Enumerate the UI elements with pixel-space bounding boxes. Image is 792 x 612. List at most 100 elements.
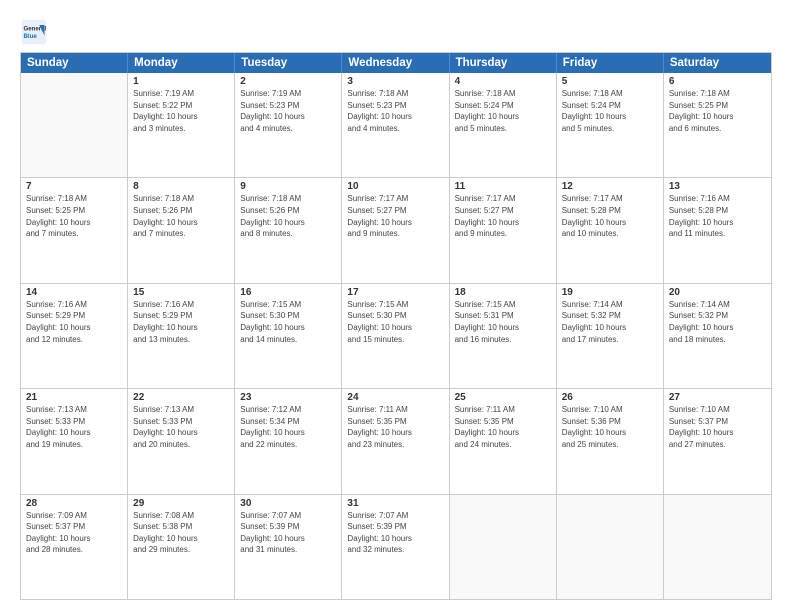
calendar-cell: 23Sunrise: 7:12 AM Sunset: 5:34 PM Dayli…	[235, 389, 342, 493]
day-info: Sunrise: 7:16 AM Sunset: 5:29 PM Dayligh…	[26, 299, 122, 345]
day-info: Sunrise: 7:19 AM Sunset: 5:22 PM Dayligh…	[133, 88, 229, 134]
day-info: Sunrise: 7:13 AM Sunset: 5:33 PM Dayligh…	[26, 404, 122, 450]
day-info: Sunrise: 7:16 AM Sunset: 5:29 PM Dayligh…	[133, 299, 229, 345]
calendar-cell: 26Sunrise: 7:10 AM Sunset: 5:36 PM Dayli…	[557, 389, 664, 493]
day-info: Sunrise: 7:11 AM Sunset: 5:35 PM Dayligh…	[455, 404, 551, 450]
calendar-row-3: 21Sunrise: 7:13 AM Sunset: 5:33 PM Dayli…	[21, 389, 771, 494]
logo-icon: General Blue	[20, 18, 48, 46]
calendar-cell: 8Sunrise: 7:18 AM Sunset: 5:26 PM Daylig…	[128, 178, 235, 282]
calendar-cell: 1Sunrise: 7:19 AM Sunset: 5:22 PM Daylig…	[128, 73, 235, 177]
day-number: 16	[240, 287, 336, 298]
day-number: 7	[26, 181, 122, 192]
day-number: 31	[347, 498, 443, 509]
day-info: Sunrise: 7:11 AM Sunset: 5:35 PM Dayligh…	[347, 404, 443, 450]
calendar-cell: 10Sunrise: 7:17 AM Sunset: 5:27 PM Dayli…	[342, 178, 449, 282]
calendar-cell	[664, 495, 771, 599]
day-number: 12	[562, 181, 658, 192]
calendar-cell: 3Sunrise: 7:18 AM Sunset: 5:23 PM Daylig…	[342, 73, 449, 177]
day-number: 21	[26, 392, 122, 403]
calendar-cell: 19Sunrise: 7:14 AM Sunset: 5:32 PM Dayli…	[557, 284, 664, 388]
day-number: 27	[669, 392, 766, 403]
calendar-cell: 20Sunrise: 7:14 AM Sunset: 5:32 PM Dayli…	[664, 284, 771, 388]
day-number: 11	[455, 181, 551, 192]
header-cell-friday: Friday	[557, 53, 664, 73]
calendar-cell: 15Sunrise: 7:16 AM Sunset: 5:29 PM Dayli…	[128, 284, 235, 388]
calendar-header: SundayMondayTuesdayWednesdayThursdayFrid…	[21, 53, 771, 73]
calendar-row-2: 14Sunrise: 7:16 AM Sunset: 5:29 PM Dayli…	[21, 284, 771, 389]
calendar-cell: 29Sunrise: 7:08 AM Sunset: 5:38 PM Dayli…	[128, 495, 235, 599]
calendar-cell: 9Sunrise: 7:18 AM Sunset: 5:26 PM Daylig…	[235, 178, 342, 282]
day-number: 14	[26, 287, 122, 298]
day-number: 3	[347, 76, 443, 87]
day-info: Sunrise: 7:17 AM Sunset: 5:28 PM Dayligh…	[562, 193, 658, 239]
calendar-row-1: 7Sunrise: 7:18 AM Sunset: 5:25 PM Daylig…	[21, 178, 771, 283]
day-number: 17	[347, 287, 443, 298]
day-number: 13	[669, 181, 766, 192]
header: General Blue	[20, 18, 772, 46]
header-cell-thursday: Thursday	[450, 53, 557, 73]
calendar-cell: 7Sunrise: 7:18 AM Sunset: 5:25 PM Daylig…	[21, 178, 128, 282]
day-number: 8	[133, 181, 229, 192]
calendar-cell: 31Sunrise: 7:07 AM Sunset: 5:39 PM Dayli…	[342, 495, 449, 599]
calendar-cell: 27Sunrise: 7:10 AM Sunset: 5:37 PM Dayli…	[664, 389, 771, 493]
calendar-cell: 6Sunrise: 7:18 AM Sunset: 5:25 PM Daylig…	[664, 73, 771, 177]
day-number: 23	[240, 392, 336, 403]
day-info: Sunrise: 7:19 AM Sunset: 5:23 PM Dayligh…	[240, 88, 336, 134]
calendar-cell: 4Sunrise: 7:18 AM Sunset: 5:24 PM Daylig…	[450, 73, 557, 177]
calendar-cell: 22Sunrise: 7:13 AM Sunset: 5:33 PM Dayli…	[128, 389, 235, 493]
header-cell-tuesday: Tuesday	[235, 53, 342, 73]
day-info: Sunrise: 7:08 AM Sunset: 5:38 PM Dayligh…	[133, 510, 229, 556]
day-info: Sunrise: 7:10 AM Sunset: 5:37 PM Dayligh…	[669, 404, 766, 450]
header-cell-wednesday: Wednesday	[342, 53, 449, 73]
day-number: 9	[240, 181, 336, 192]
day-info: Sunrise: 7:12 AM Sunset: 5:34 PM Dayligh…	[240, 404, 336, 450]
calendar-cell: 28Sunrise: 7:09 AM Sunset: 5:37 PM Dayli…	[21, 495, 128, 599]
day-number: 2	[240, 76, 336, 87]
header-cell-sunday: Sunday	[21, 53, 128, 73]
day-info: Sunrise: 7:17 AM Sunset: 5:27 PM Dayligh…	[347, 193, 443, 239]
day-number: 5	[562, 76, 658, 87]
calendar-cell: 5Sunrise: 7:18 AM Sunset: 5:24 PM Daylig…	[557, 73, 664, 177]
day-number: 29	[133, 498, 229, 509]
day-number: 1	[133, 76, 229, 87]
calendar-cell	[21, 73, 128, 177]
day-number: 18	[455, 287, 551, 298]
calendar-cell: 14Sunrise: 7:16 AM Sunset: 5:29 PM Dayli…	[21, 284, 128, 388]
calendar-cell: 24Sunrise: 7:11 AM Sunset: 5:35 PM Dayli…	[342, 389, 449, 493]
day-info: Sunrise: 7:14 AM Sunset: 5:32 PM Dayligh…	[562, 299, 658, 345]
day-info: Sunrise: 7:13 AM Sunset: 5:33 PM Dayligh…	[133, 404, 229, 450]
day-info: Sunrise: 7:07 AM Sunset: 5:39 PM Dayligh…	[240, 510, 336, 556]
day-info: Sunrise: 7:18 AM Sunset: 5:26 PM Dayligh…	[240, 193, 336, 239]
calendar-cell: 2Sunrise: 7:19 AM Sunset: 5:23 PM Daylig…	[235, 73, 342, 177]
day-info: Sunrise: 7:14 AM Sunset: 5:32 PM Dayligh…	[669, 299, 766, 345]
calendar-cell: 21Sunrise: 7:13 AM Sunset: 5:33 PM Dayli…	[21, 389, 128, 493]
day-info: Sunrise: 7:07 AM Sunset: 5:39 PM Dayligh…	[347, 510, 443, 556]
day-info: Sunrise: 7:18 AM Sunset: 5:25 PM Dayligh…	[26, 193, 122, 239]
calendar-body: 1Sunrise: 7:19 AM Sunset: 5:22 PM Daylig…	[21, 73, 771, 599]
day-info: Sunrise: 7:18 AM Sunset: 5:23 PM Dayligh…	[347, 88, 443, 134]
header-cell-monday: Monday	[128, 53, 235, 73]
day-number: 10	[347, 181, 443, 192]
day-info: Sunrise: 7:16 AM Sunset: 5:28 PM Dayligh…	[669, 193, 766, 239]
calendar-cell: 16Sunrise: 7:15 AM Sunset: 5:30 PM Dayli…	[235, 284, 342, 388]
day-number: 19	[562, 287, 658, 298]
day-number: 20	[669, 287, 766, 298]
day-number: 4	[455, 76, 551, 87]
day-number: 15	[133, 287, 229, 298]
day-number: 24	[347, 392, 443, 403]
page: General Blue SundayMondayTuesdayWednesda…	[0, 0, 792, 612]
calendar-cell: 18Sunrise: 7:15 AM Sunset: 5:31 PM Dayli…	[450, 284, 557, 388]
day-number: 22	[133, 392, 229, 403]
calendar-cell: 11Sunrise: 7:17 AM Sunset: 5:27 PM Dayli…	[450, 178, 557, 282]
day-number: 30	[240, 498, 336, 509]
calendar-cell	[557, 495, 664, 599]
day-info: Sunrise: 7:15 AM Sunset: 5:30 PM Dayligh…	[347, 299, 443, 345]
calendar-cell: 12Sunrise: 7:17 AM Sunset: 5:28 PM Dayli…	[557, 178, 664, 282]
day-info: Sunrise: 7:18 AM Sunset: 5:26 PM Dayligh…	[133, 193, 229, 239]
calendar-cell: 17Sunrise: 7:15 AM Sunset: 5:30 PM Dayli…	[342, 284, 449, 388]
day-info: Sunrise: 7:10 AM Sunset: 5:36 PM Dayligh…	[562, 404, 658, 450]
logo: General Blue	[20, 18, 52, 46]
day-info: Sunrise: 7:18 AM Sunset: 5:24 PM Dayligh…	[455, 88, 551, 134]
calendar-cell: 30Sunrise: 7:07 AM Sunset: 5:39 PM Dayli…	[235, 495, 342, 599]
day-number: 25	[455, 392, 551, 403]
